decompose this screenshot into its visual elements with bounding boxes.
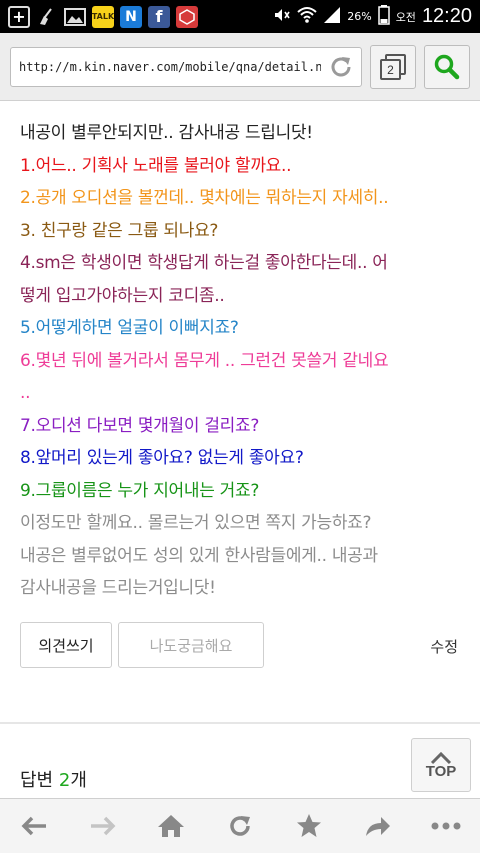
bookmark-button[interactable] (285, 802, 333, 850)
reload-icon[interactable] (321, 48, 361, 86)
me-too-curious-button[interactable]: 나도궁금해요 (118, 622, 264, 668)
share-button[interactable] (353, 802, 401, 850)
more-button[interactable] (422, 802, 470, 850)
answer-count-heading: 답변 2개 (20, 766, 87, 792)
bookmark-star-icon (296, 814, 321, 837)
tabs-button[interactable]: 2 (370, 45, 416, 89)
battery-text: 26% (347, 10, 372, 23)
question-line: 떻게 입고가야하는지 코디좀.. (20, 285, 225, 306)
notification-icons: + TALK N f (0, 5, 198, 28)
more-icon (431, 822, 461, 830)
question-line: 5.어떻게하면 얼굴이 이뻐지죠? (20, 318, 239, 338)
tab-count: 2 (380, 59, 401, 80)
question-line: 9.그룹이름은 누가 지어내는 거죠? (20, 480, 260, 501)
question-actions: 의견쓰기 나도궁금해요 (20, 622, 264, 668)
ampm-text: 오전 (395, 10, 416, 24)
naver-icon: N (120, 5, 142, 28)
battery-icon (377, 4, 390, 29)
address-bar[interactable]: http://m.kin.naver.com/mobile/qna/detail… (10, 47, 362, 87)
question-line: .. (20, 383, 31, 403)
refresh-icon (230, 816, 250, 836)
question-line: 감사내공을 드리는거입니닷! (20, 578, 216, 598)
answer-unit: 개 (70, 770, 87, 791)
question-line: 내공이 별루안되지만.. 감사내공 드립니닷! (20, 123, 313, 143)
wifi-icon (297, 6, 317, 28)
facebook-icon: f (148, 5, 170, 28)
answer-count: 2 (58, 770, 71, 791)
question-line: 2.공개 오디션을 볼껀데.. 몇차에는 뭐하는지 자세히.. (20, 188, 389, 208)
question-line: 1.어느.. 기획사 노래를 불러야 할까요.. (20, 155, 292, 176)
search-button[interactable] (424, 45, 470, 89)
back-button[interactable] (10, 802, 58, 850)
question-line: 이정도만 할께요.. 몰르는거 있으면 쪽지 가능하죠? (20, 513, 372, 533)
forward-button[interactable] (79, 802, 127, 850)
top-label: TOP (425, 762, 457, 780)
clock-text: 12:20 (421, 5, 472, 27)
section-divider (0, 722, 480, 724)
write-opinion-button[interactable]: 의견쓰기 (20, 622, 112, 668)
browser-bottom-toolbar (0, 798, 480, 853)
status-bar: + TALK N f 26% 오전 12:20 (0, 0, 480, 33)
broom-icon (36, 6, 58, 28)
share-icon (366, 817, 391, 836)
back-icon (21, 816, 47, 836)
forward-icon (90, 816, 116, 836)
question-line: 7.오디션 다보면 몇개월이 걸리죠? (20, 415, 260, 436)
image-icon (64, 6, 86, 28)
tabs-icon: 2 (380, 54, 406, 80)
question-content: 내공이 별루안되지만.. 감사내공 드립니닷! 1.어느.. 기획사 노래를 불… (0, 101, 480, 605)
edit-link[interactable]: 수정 (430, 636, 458, 657)
kakaotalk-icon: TALK (92, 5, 114, 28)
app-red-icon (176, 5, 198, 28)
scroll-top-button[interactable]: TOP (411, 738, 471, 792)
question-line: 6.몇년 뒤에 볼거라서 몸무게 .. 그런건 못쓸거 같네요 (20, 350, 389, 371)
question-body: 내공이 별루안되지만.. 감사내공 드립니닷! 1.어느.. 기획사 노래를 불… (0, 101, 480, 605)
signal-icon (323, 6, 341, 28)
plus-icon: + (8, 5, 30, 28)
refresh-button[interactable] (216, 802, 264, 850)
home-icon (158, 815, 185, 837)
question-line: 4.sm은 학생이면 학생답게 하는걸 좋아한다는데.. 어 (20, 253, 388, 273)
search-icon (434, 54, 460, 80)
mute-icon (273, 6, 291, 28)
question-line: 3. 친구랑 같은 그룹 되나요? (20, 220, 219, 241)
browser-toolbar: http://m.kin.naver.com/mobile/qna/detail… (0, 33, 480, 101)
question-line: 8.앞머리 있는게 좋아요? 없는게 좋아요? (20, 448, 304, 468)
url-text[interactable]: http://m.kin.naver.com/mobile/qna/detail… (11, 60, 321, 74)
system-status: 26% 오전 12:20 (273, 4, 480, 29)
question-line: 내공은 별루없어도 성의 있게 한사람들에게.. 내공과 (20, 545, 378, 566)
answer-label: 답변 (20, 770, 54, 791)
home-button[interactable] (147, 802, 195, 850)
